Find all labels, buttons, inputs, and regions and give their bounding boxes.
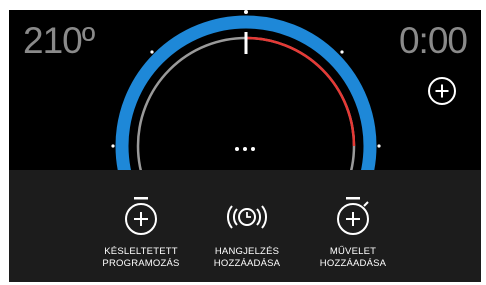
timer-plus-icon [337, 197, 369, 235]
add-alarm-label: HANGJELZÉS HOZZÁADÁSA [213, 246, 281, 269]
add-operation-label: MŰVELET HOZZÁADÁSA [319, 246, 387, 269]
dial-ticks [111, 10, 381, 148]
add-operation-button[interactable]: MŰVELET HOZZÁADÁSA [298, 195, 408, 270]
oven-screen: 210º 0:00 KÉSLELTETETT PROGRAMOZÁS HANGJ… [9, 10, 481, 282]
dial-handle[interactable] [244, 32, 248, 54]
add-alarm-button[interactable]: HANGJELZÉS HOZZÁADÁSA [192, 195, 302, 270]
delayed-start-button[interactable]: KÉSLELTETETT PROGRAMOZÁS [86, 195, 196, 270]
actions-panel: KÉSLELTETETT PROGRAMOZÁS HANGJELZÉS HOZZ… [9, 170, 481, 282]
more-options-icon[interactable] [235, 147, 255, 151]
stopwatch-plus-icon [125, 197, 157, 235]
alarm-sound-icon [227, 205, 267, 229]
delayed-start-label: KÉSLELTETETT PROGRAMOZÁS [102, 246, 180, 269]
